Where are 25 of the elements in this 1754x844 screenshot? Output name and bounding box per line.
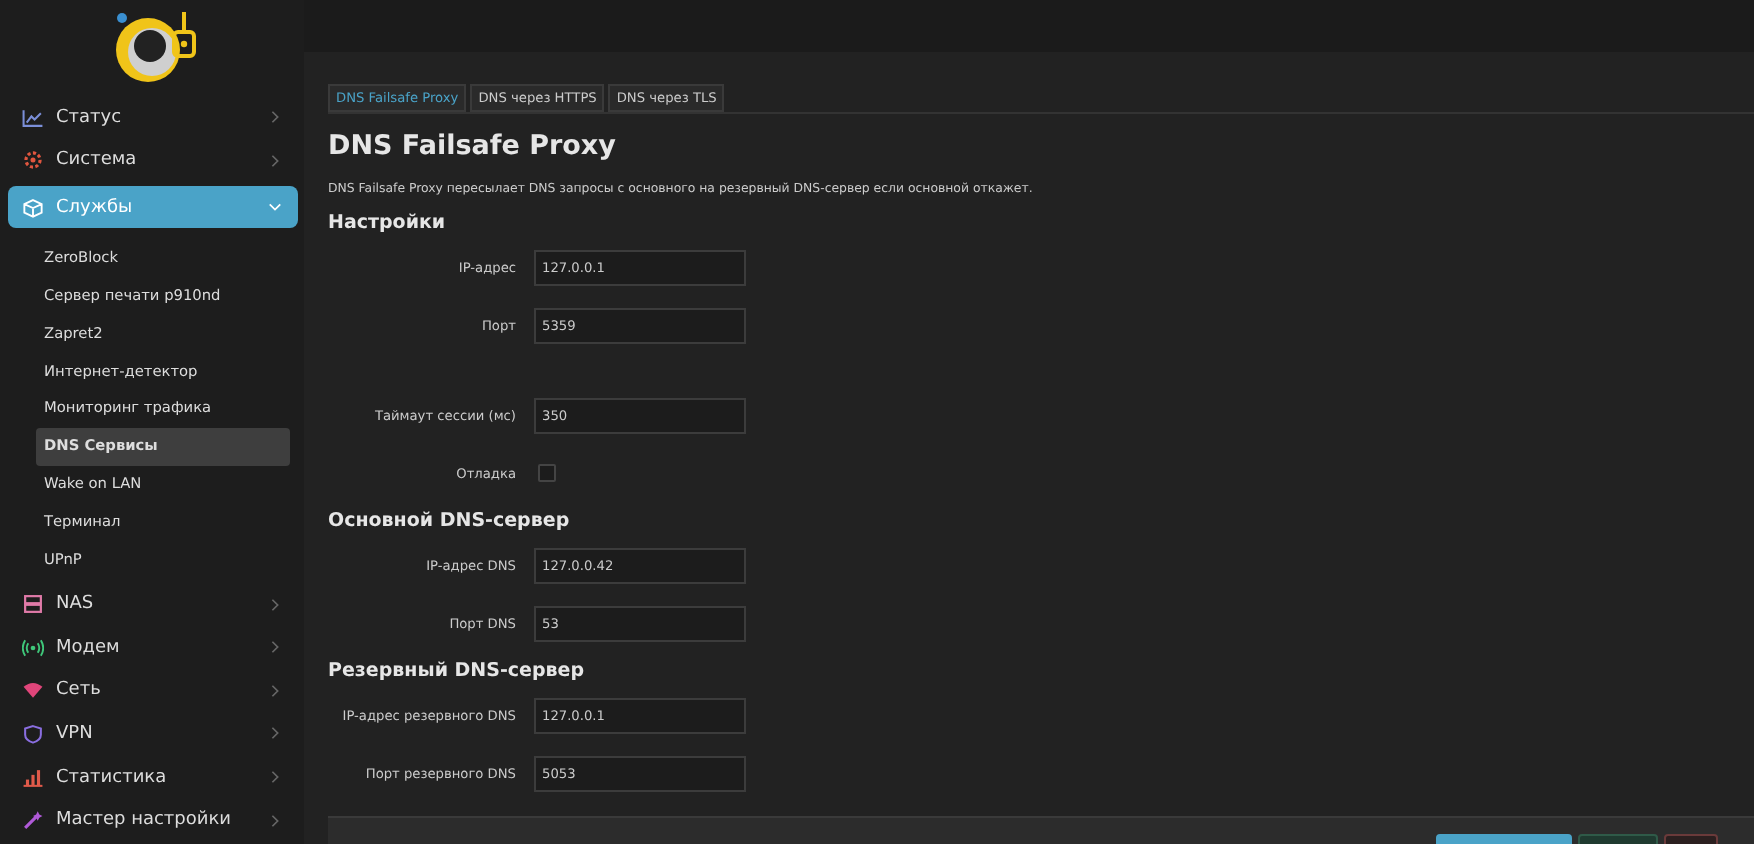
action-button[interactable] [1436,834,1572,844]
action-button[interactable] [1664,834,1718,844]
section-title: Основной DNS-сервер [328,510,572,532]
section-title: Настройки [328,212,448,234]
checkbox[interactable] [538,464,556,483]
section-title: Резервный DNS-сервер [328,660,587,682]
gear-icon [22,150,44,171]
signal-icon [22,637,44,658]
cube-icon [22,197,44,218]
storage-icon [22,594,44,615]
sidebar-item[interactable]: Статус [8,96,298,140]
sidebar-item[interactable]: Статистика [8,755,298,799]
chart-icon [22,107,44,128]
bar-chart-icon [22,767,44,788]
sidebar-item[interactable]: Модем [8,625,298,670]
wifi-icon [22,680,44,701]
sidebar-item[interactable]: Мастер настройки [8,798,298,842]
sidebar-item[interactable]: VPN [8,712,298,756]
wand-icon [22,810,44,831]
shield-icon [22,723,44,744]
action-button[interactable] [1578,834,1658,844]
page-title: DNS Failsafe Proxy [328,130,618,162]
sidebar-item[interactable]: Система [8,139,298,183]
sidebar-item[interactable]: NAS [8,582,298,626]
sidebar-item[interactable]: Сеть [8,669,298,713]
